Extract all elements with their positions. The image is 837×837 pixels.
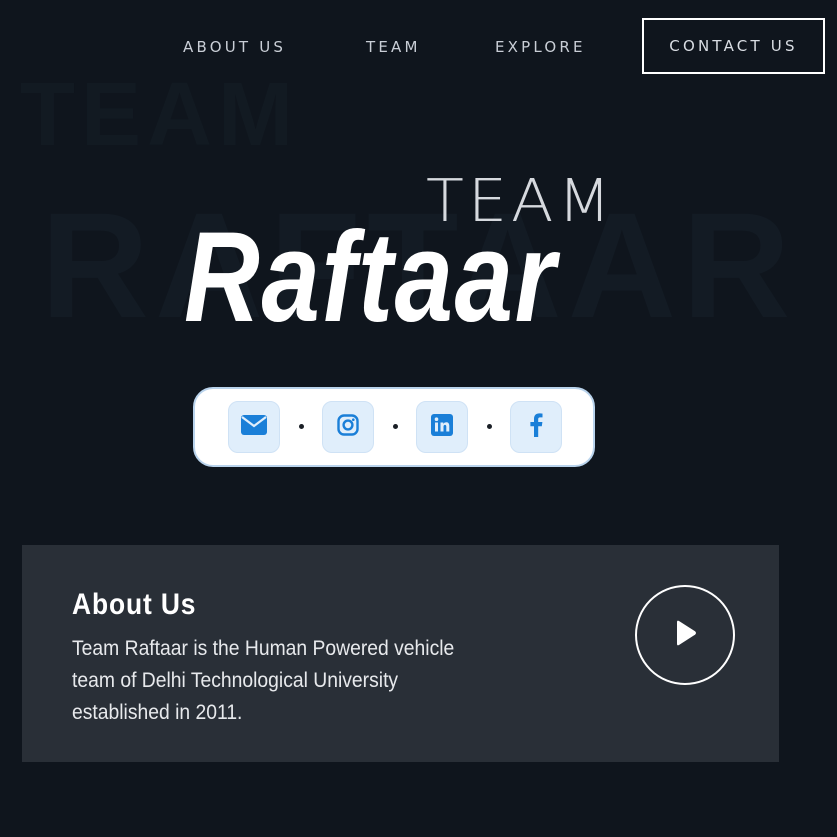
separator-dot: [487, 424, 492, 429]
email-button[interactable]: [228, 401, 280, 453]
about-us-description: Team Raftaar is the Human Powered vehicl…: [72, 637, 455, 724]
instagram-button[interactable]: [322, 401, 374, 453]
nav-link-team[interactable]: TEAM: [366, 38, 421, 56]
about-us-heading: About Us: [72, 588, 197, 621]
separator-dot: [393, 424, 398, 429]
nav-link-about-us[interactable]: ABOUT US: [183, 38, 286, 56]
contact-us-button[interactable]: CONTACT US: [642, 18, 825, 74]
facebook-icon: [529, 412, 543, 442]
top-navigation: ABOUT US TEAM EXPLORE CONTACT US: [0, 0, 837, 96]
about-us-card: About Us Team Raftaar is the Human Power…: [22, 545, 779, 762]
social-links-bar: [193, 387, 595, 467]
facebook-button[interactable]: [510, 401, 562, 453]
separator-dot: [299, 424, 304, 429]
linkedin-icon: [431, 413, 453, 441]
play-video-button[interactable]: [635, 585, 735, 685]
nav-link-explore[interactable]: EXPLORE: [495, 38, 586, 56]
instagram-icon: [337, 413, 359, 441]
envelope-icon: [241, 414, 267, 440]
play-icon: [672, 619, 698, 652]
page: TEAM RAFTAAR ABOUT US TEAM EXPLORE CONTA…: [0, 0, 837, 837]
hero-title: Raftaar: [184, 206, 558, 349]
linkedin-button[interactable]: [416, 401, 468, 453]
contact-us-label: CONTACT US: [669, 37, 798, 55]
